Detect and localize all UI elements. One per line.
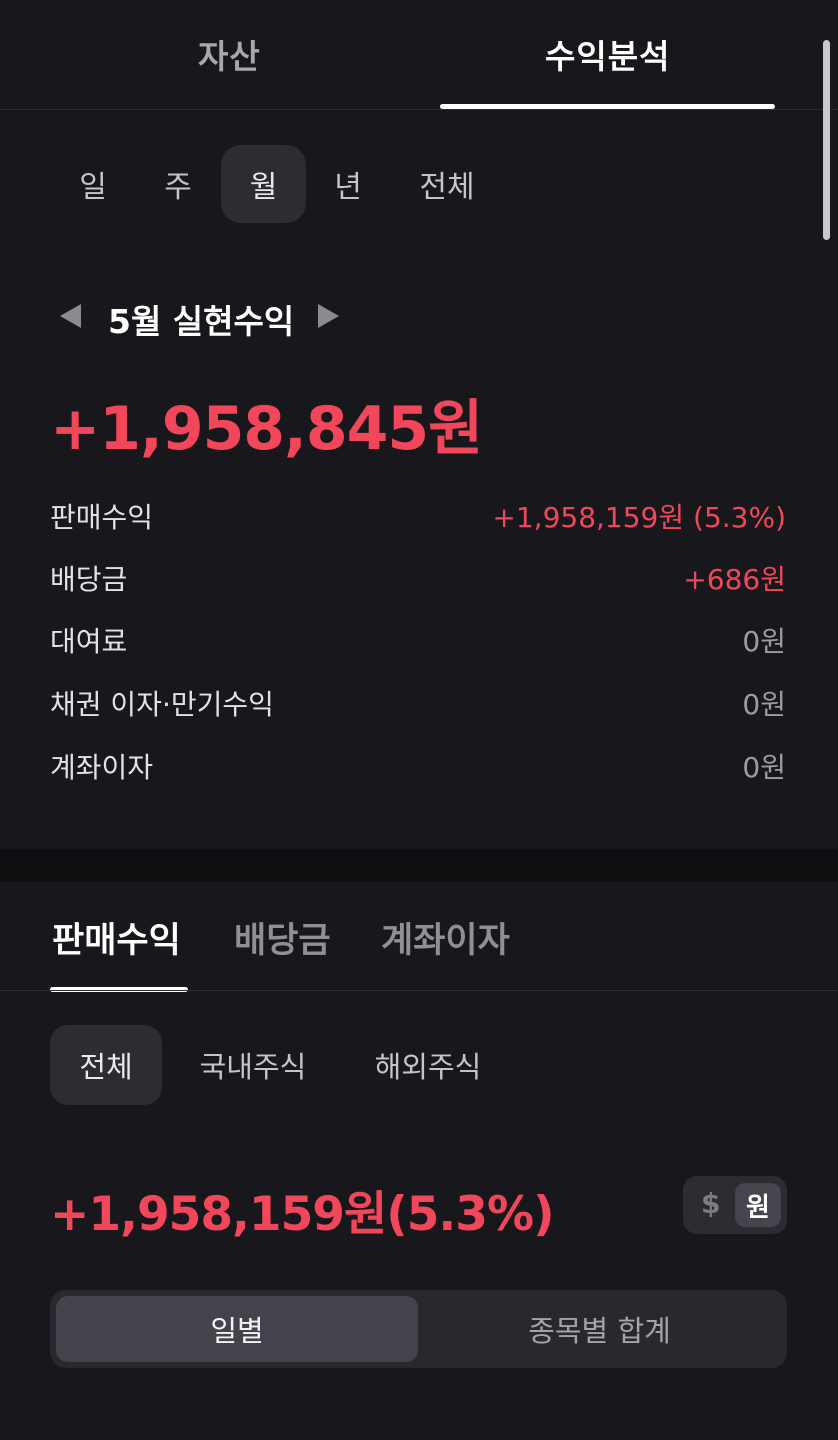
view-mode-segmented-control: 일별 종목별 합계 (50, 1290, 787, 1368)
breakdown-label: 판매수익 (50, 501, 154, 534)
subtab-divider (0, 990, 838, 991)
prev-month-arrow-icon[interactable] (60, 304, 81, 328)
tab-sales-profit[interactable]: 판매수익 (52, 912, 181, 963)
breakdown-row-dividend: 배당금 +686원 (50, 558, 786, 598)
currency-toggle[interactable]: $ 원 (683, 1176, 787, 1234)
breakdown-value: 0원 (742, 688, 786, 721)
sales-profit-amount: +1,958,159원(5.3%) (50, 1187, 555, 1242)
breakdown-row-bond-interest: 채권 이자·만기수익 0원 (50, 683, 786, 723)
period-year[interactable]: 년 (315, 145, 381, 223)
profit-analysis-screen: 자산 수익분석 일 주 월 년 전체 5월 실현수익 +1,958,845원 판… (0, 0, 838, 1440)
breakdown-value: 0원 (742, 751, 786, 784)
breakdown-row-lending-fee: 대여료 0원 (50, 620, 786, 660)
top-tab-bar: 자산 수익분석 (0, 0, 838, 110)
filter-all[interactable]: 전체 (50, 1025, 162, 1105)
total-realized-profit: +1,958,845원 (50, 394, 483, 464)
currency-krw-option[interactable]: 원 (735, 1183, 781, 1227)
breakdown-label: 대여료 (50, 625, 128, 658)
filter-domestic-stock[interactable]: 국내주식 (185, 1025, 321, 1105)
section-divider (0, 849, 838, 882)
period-day[interactable]: 일 (60, 145, 126, 223)
filter-overseas-stock[interactable]: 해외주식 (360, 1025, 496, 1105)
currency-usd-option[interactable]: $ (701, 1187, 720, 1220)
period-all[interactable]: 전체 (405, 145, 489, 223)
tab-profit-analysis[interactable]: 수익분석 (545, 30, 670, 78)
breakdown-row-account-interest: 계좌이자 0원 (50, 746, 786, 786)
tab-account-interest[interactable]: 계좌이자 (381, 912, 510, 963)
tab-dividend[interactable]: 배당금 (234, 912, 331, 963)
breakdown-value: +1,958,159원 (5.3%) (492, 501, 786, 534)
breakdown-value: 0원 (742, 625, 786, 658)
active-tab-indicator (440, 104, 775, 109)
view-daily-button[interactable]: 일별 (56, 1296, 418, 1362)
breakdown-label: 채권 이자·만기수익 (50, 688, 274, 721)
tab-assets[interactable]: 자산 (198, 30, 261, 78)
month-title: 5월 실현수익 (108, 302, 295, 341)
view-by-stock-button[interactable]: 종목별 합계 (418, 1296, 781, 1362)
breakdown-row-sales: 판매수익 +1,958,159원 (5.3%) (50, 496, 786, 536)
period-week[interactable]: 주 (145, 145, 211, 223)
next-month-arrow-icon[interactable] (318, 304, 339, 328)
breakdown-label: 계좌이자 (50, 751, 154, 784)
scrollbar[interactable] (823, 40, 830, 240)
breakdown-label: 배당금 (50, 563, 128, 596)
breakdown-value: +686원 (683, 563, 786, 596)
period-month[interactable]: 월 (221, 145, 306, 223)
